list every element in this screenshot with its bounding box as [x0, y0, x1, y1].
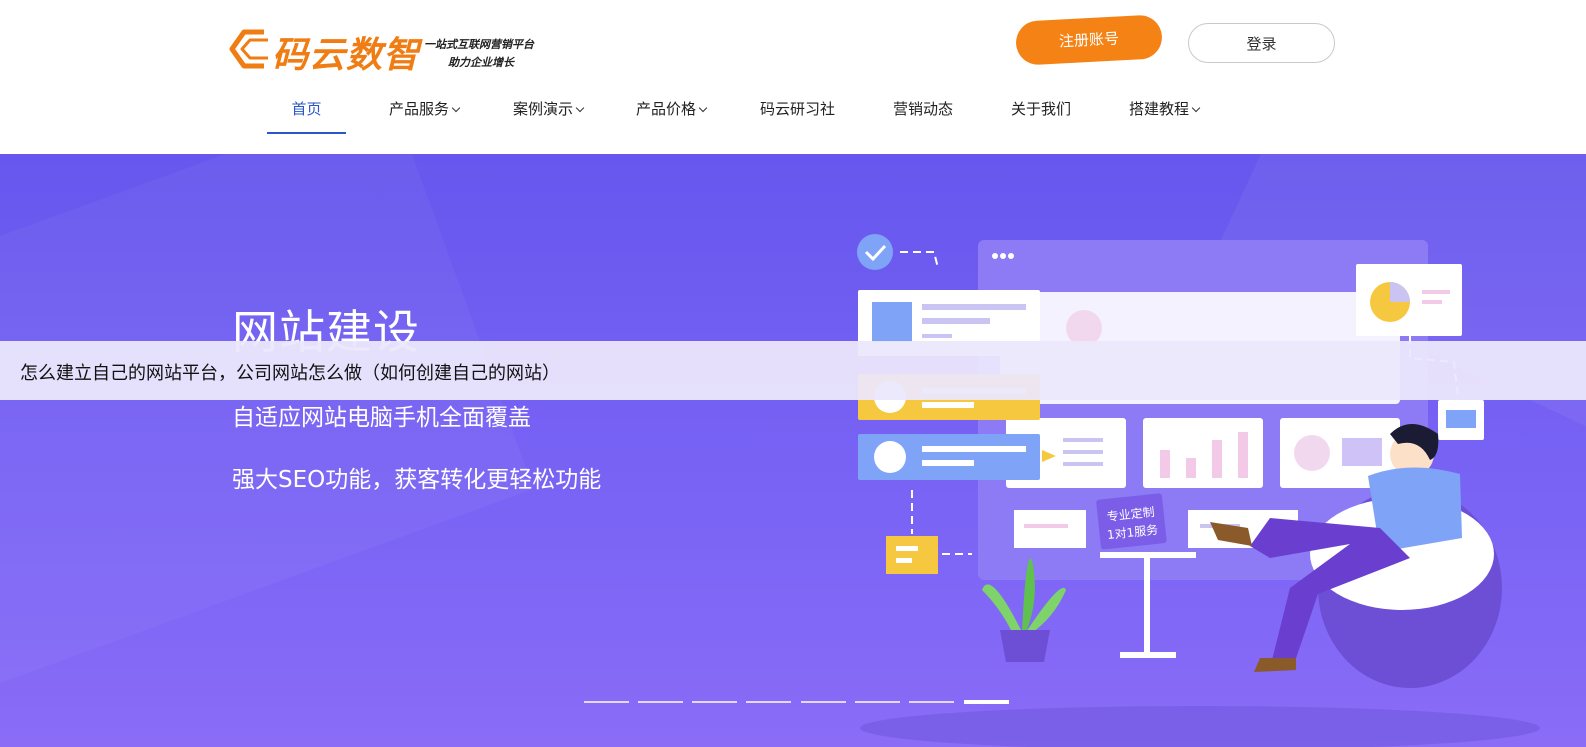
nav-item-home[interactable]: 首页: [267, 90, 346, 134]
nav-item-label: 产品服务: [389, 100, 450, 118]
login-button[interactable]: 登录: [1188, 23, 1335, 63]
nav-item-label: 营销动态: [893, 100, 954, 118]
nav-item-label: 产品价格: [636, 100, 697, 118]
nav-item-pricing[interactable]: 产品价格: [636, 90, 708, 134]
carousel-dot[interactable]: [746, 701, 791, 703]
banner-subtitle-2: 强大SEO功能，获客转化更轻松功能: [232, 467, 602, 493]
article-title-strip: 怎么建立自己的网站平台，公司网站怎么做（如何创建自己的网站）: [0, 341, 1586, 400]
nav-item-label: 首页: [291, 100, 322, 118]
nav-item-cases[interactable]: 案例演示: [513, 90, 585, 134]
register-button[interactable]: 注册账号: [1014, 14, 1164, 66]
carousel-dot[interactable]: [855, 701, 900, 703]
nav-item-label: 关于我们: [1011, 100, 1072, 118]
logo-mark-icon: [229, 29, 268, 69]
nav-item-about[interactable]: 关于我们: [1011, 90, 1071, 134]
chevron-down-icon: [1191, 103, 1201, 113]
nav-item-news[interactable]: 营销动态: [893, 90, 953, 134]
carousel-dot[interactable]: [909, 701, 954, 703]
logo-name: 码云数智: [272, 35, 421, 76]
carousel-dot[interactable]: [638, 701, 683, 703]
site-header: 码云数智 一站式互联网营销平台 助力企业增长 注册账号 登录 首页 产品服务 案…: [0, 0, 1586, 154]
logo[interactable]: 码云数智 一站式互联网营销平台 助力企业增长: [226, 22, 556, 78]
nav-item-tutorial[interactable]: 搭建教程: [1129, 90, 1201, 134]
carousel-dot[interactable]: [801, 701, 846, 703]
slogan-line-1: 一站式互联网营销平台: [424, 38, 534, 51]
nav-item-academy[interactable]: 码云研习社: [760, 90, 835, 134]
banner-subtitle-1: 自适应网站电脑手机全面覆盖: [232, 405, 531, 431]
nav-item-label: 码云研习社: [760, 100, 836, 118]
carousel-dot[interactable]: [584, 701, 629, 703]
carousel-dot[interactable]: [692, 701, 737, 703]
slogan-line-2: 助力企业增长: [448, 56, 514, 69]
nav-item-products[interactable]: 产品服务: [389, 90, 461, 134]
article-title[interactable]: 怎么建立自己的网站平台，公司网站怎么做（如何创建自己的网站）: [20, 359, 560, 385]
carousel-dot-active[interactable]: [964, 700, 1009, 704]
chevron-down-icon: [451, 103, 461, 113]
nav-item-label: 搭建教程: [1129, 100, 1190, 118]
chevron-down-icon: [575, 103, 585, 113]
website-building-illustration: 专业定制 1对1服务: [857, 234, 1540, 747]
logo-slogan: 一站式互联网营销平台 助力企业增长: [424, 36, 534, 72]
chevron-down-icon: [698, 103, 708, 113]
nav-item-label: 案例演示: [513, 100, 574, 118]
hero-banner[interactable]: 网站建设 自适应网站电脑手机全面覆盖 强大SEO功能，获客转化更轻松功能 专业定…: [0, 154, 1586, 747]
